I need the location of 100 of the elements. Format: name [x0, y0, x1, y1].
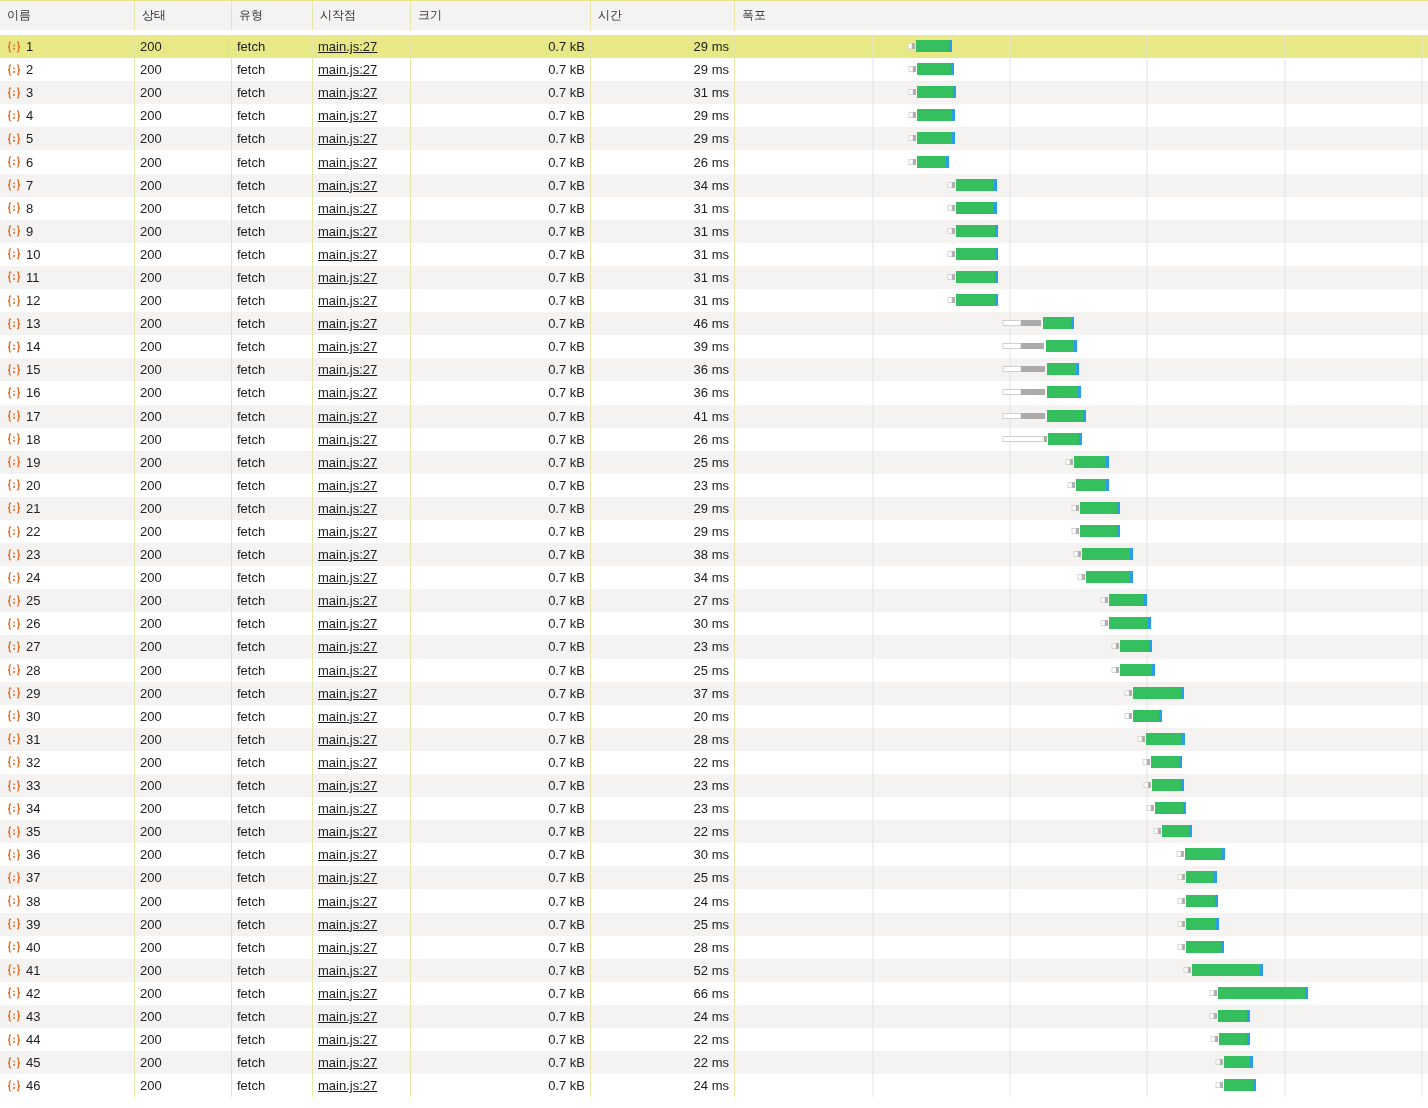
- request-row[interactable]: 23 200 fetch main.js:27 0.7 kB 38 ms: [0, 543, 1428, 567]
- initiator-link[interactable]: main.js:27: [318, 200, 378, 216]
- time-cell: 26 ms: [591, 427, 735, 451]
- request-row[interactable]: 41 200 fetch main.js:27 0.7 kB 52 ms: [0, 958, 1428, 982]
- time-cell: 36 ms: [591, 381, 735, 405]
- initiator-link[interactable]: main.js:27: [318, 662, 378, 678]
- request-row[interactable]: 1 200 fetch main.js:27 0.7 kB 29 ms: [0, 35, 1428, 59]
- initiator-column-header[interactable]: 시작점: [313, 1, 411, 30]
- request-row[interactable]: 25 200 fetch main.js:27 0.7 kB 27 ms: [0, 589, 1428, 613]
- size-cell: 0.7 kB: [411, 427, 591, 451]
- request-row[interactable]: 39 200 fetch main.js:27 0.7 kB 25 ms: [0, 912, 1428, 936]
- initiator-link[interactable]: main.js:27: [318, 85, 378, 101]
- request-name: 6: [26, 154, 34, 170]
- initiator-link[interactable]: main.js:27: [318, 131, 378, 147]
- initiator-link[interactable]: main.js:27: [318, 177, 378, 193]
- initiator-link[interactable]: main.js:27: [318, 154, 378, 170]
- request-row[interactable]: 45 200 fetch main.js:27 0.7 kB 22 ms: [0, 1051, 1428, 1075]
- status-cell: 200: [135, 958, 232, 982]
- braces-icon: [7, 1033, 21, 1046]
- initiator-link[interactable]: main.js:27: [318, 524, 378, 539]
- status-cell: 200: [135, 889, 232, 913]
- initiator-link[interactable]: main.js:27: [318, 570, 378, 586]
- status-cell: 200: [135, 727, 232, 751]
- initiator-link[interactable]: main.js:27: [318, 1009, 378, 1024]
- initiator-link[interactable]: main.js:27: [318, 108, 378, 124]
- braces-icon: [7, 294, 21, 307]
- request-name: 2: [26, 62, 34, 78]
- braces-icon: [7, 779, 21, 792]
- initiator-link[interactable]: main.js:27: [318, 431, 378, 447]
- initiator-link[interactable]: main.js:27: [318, 731, 378, 747]
- initiator-link[interactable]: main.js:27: [318, 408, 378, 424]
- request-name: 14: [26, 339, 41, 355]
- initiator-link[interactable]: main.js:27: [318, 246, 378, 262]
- braces-icon: [7, 918, 21, 931]
- initiator-link[interactable]: main.js:27: [318, 316, 378, 332]
- size-column-header[interactable]: 크기: [411, 1, 591, 30]
- initiator-link[interactable]: main.js:27: [318, 293, 378, 309]
- request-row[interactable]: 15 200 fetch main.js:27 0.7 kB 36 ms: [0, 358, 1428, 382]
- initiator-link[interactable]: main.js:27: [318, 916, 378, 932]
- request-row[interactable]: 37 200 fetch main.js:27 0.7 kB 25 ms: [0, 866, 1428, 890]
- type-column-header[interactable]: 유형: [232, 1, 313, 30]
- initiator-link[interactable]: main.js:27: [318, 270, 378, 285]
- initiator-link[interactable]: main.js:27: [318, 639, 378, 655]
- request-row[interactable]: 13 200 fetch main.js:27 0.7 kB 46 ms: [0, 312, 1428, 336]
- initiator-link[interactable]: main.js:27: [318, 1055, 378, 1071]
- request-row[interactable]: 33 200 fetch main.js:27 0.7 kB 23 ms: [0, 774, 1428, 798]
- request-row[interactable]: 19 200 fetch main.js:27 0.7 kB 25 ms: [0, 450, 1428, 474]
- timing-bar: [947, 178, 997, 191]
- timing-bar: [1177, 940, 1224, 953]
- time-cell: 28 ms: [591, 727, 735, 751]
- initiator-link[interactable]: main.js:27: [318, 778, 378, 794]
- initiator-link[interactable]: main.js:27: [318, 939, 378, 955]
- request-row[interactable]: 5 200 fetch main.js:27 0.7 kB 29 ms: [0, 127, 1428, 151]
- initiator-link[interactable]: main.js:27: [318, 593, 378, 609]
- initiator-link[interactable]: main.js:27: [318, 893, 378, 909]
- request-row[interactable]: 7 200 fetch main.js:27 0.7 kB 34 ms: [0, 173, 1428, 197]
- initiator-link[interactable]: main.js:27: [318, 985, 378, 1001]
- initiator-link[interactable]: main.js:27: [318, 62, 378, 78]
- status-column-header[interactable]: 상태: [135, 1, 232, 30]
- initiator-link[interactable]: main.js:27: [318, 547, 378, 563]
- initiator-link[interactable]: main.js:27: [318, 362, 378, 378]
- request-row[interactable]: 21 200 fetch main.js:27 0.7 kB 29 ms: [0, 496, 1428, 520]
- initiator-link[interactable]: main.js:27: [318, 962, 378, 978]
- initiator-link[interactable]: main.js:27: [318, 708, 378, 724]
- time-column-header[interactable]: 시간: [591, 1, 735, 30]
- initiator-link[interactable]: main.js:27: [318, 685, 378, 701]
- request-name: 11: [26, 270, 40, 285]
- initiator-link[interactable]: main.js:27: [318, 385, 378, 401]
- initiator-link[interactable]: main.js:27: [318, 754, 378, 770]
- initiator-link[interactable]: main.js:27: [318, 339, 378, 355]
- initiator-link[interactable]: main.js:27: [318, 477, 378, 493]
- braces-icon: [7, 1079, 21, 1092]
- request-row[interactable]: 3 200 fetch main.js:27 0.7 kB 31 ms: [0, 81, 1428, 105]
- initiator-link[interactable]: main.js:27: [318, 616, 378, 632]
- request-row[interactable]: 9 200 fetch main.js:27 0.7 kB 31 ms: [0, 219, 1428, 243]
- size-cell: 0.7 kB: [411, 727, 591, 751]
- initiator-link[interactable]: main.js:27: [318, 1032, 378, 1048]
- name-column-header[interactable]: 이름: [0, 1, 135, 30]
- request-row[interactable]: 31 200 fetch main.js:27 0.7 kB 28 ms: [0, 727, 1428, 751]
- request-row[interactable]: 29 200 fetch main.js:27 0.7 kB 37 ms: [0, 681, 1428, 705]
- braces-icon: [7, 802, 21, 815]
- request-row[interactable]: 35 200 fetch main.js:27 0.7 kB 22 ms: [0, 820, 1428, 844]
- initiator-link[interactable]: main.js:27: [318, 870, 378, 886]
- initiator-link[interactable]: main.js:27: [318, 847, 378, 863]
- initiator-link[interactable]: main.js:27: [318, 223, 378, 239]
- request-row[interactable]: 27 200 fetch main.js:27 0.7 kB 23 ms: [0, 635, 1428, 659]
- waterfall-column-header[interactable]: 폭포: [735, 1, 1428, 30]
- request-row[interactable]: 11 200 fetch main.js:27 0.7 kB 31 ms: [0, 265, 1428, 290]
- initiator-link[interactable]: main.js:27: [318, 500, 378, 516]
- request-row[interactable]: 43 200 fetch main.js:27 0.7 kB 24 ms: [0, 1004, 1428, 1029]
- braces-icon: [7, 363, 21, 376]
- initiator-link[interactable]: main.js:27: [318, 801, 378, 817]
- request-name: 39: [26, 916, 41, 932]
- time-cell: 66 ms: [591, 981, 735, 1005]
- initiator-link[interactable]: main.js:27: [318, 824, 378, 840]
- request-name: 46: [26, 1078, 41, 1094]
- initiator-link[interactable]: main.js:27: [318, 1078, 378, 1094]
- initiator-link[interactable]: main.js:27: [318, 39, 378, 55]
- initiator-link[interactable]: main.js:27: [318, 454, 378, 470]
- request-row[interactable]: 17 200 fetch main.js:27 0.7 kB 41 ms: [0, 404, 1428, 428]
